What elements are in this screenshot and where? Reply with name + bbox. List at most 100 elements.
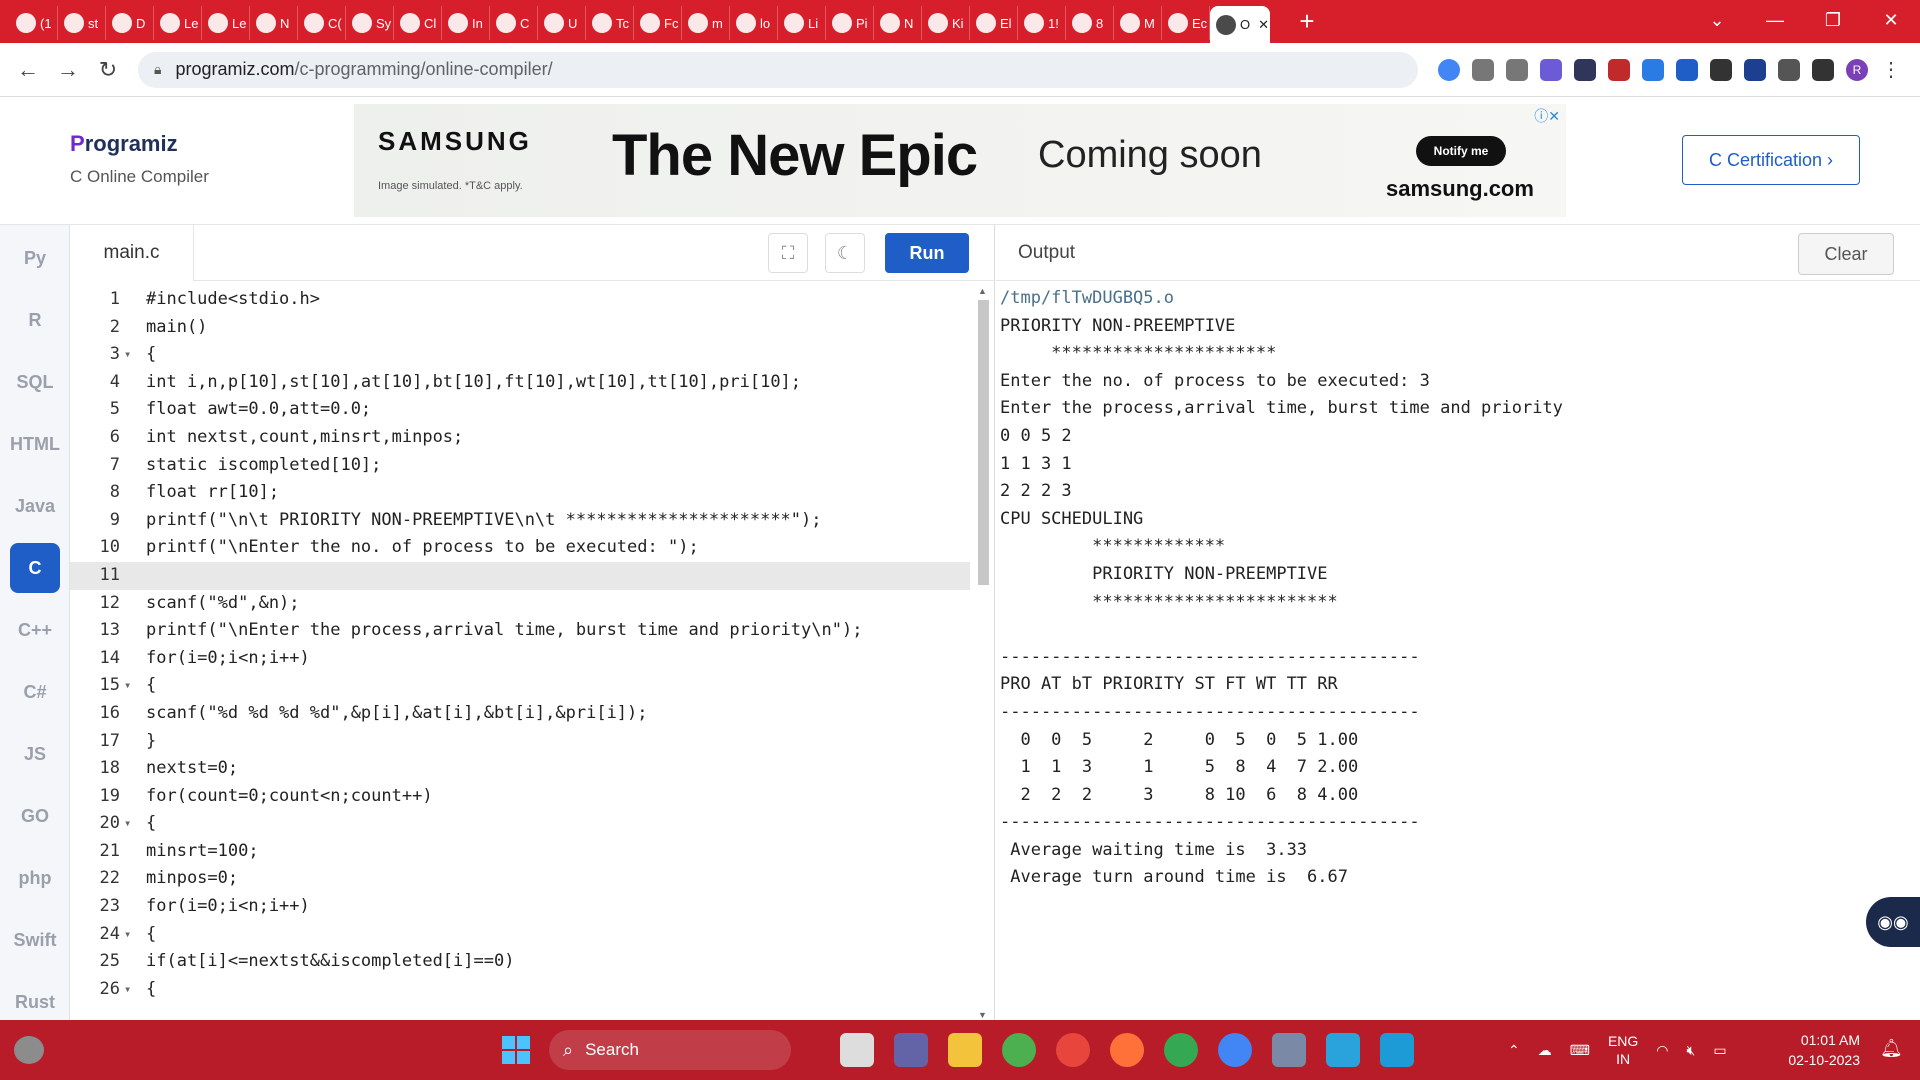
google-icon[interactable] (1438, 58, 1460, 81)
browser-tab[interactable]: C( (298, 6, 346, 40)
browser-tab[interactable]: Cl (394, 6, 442, 40)
code-line[interactable]: 14 for(i=0;i<n;i++) (70, 645, 970, 673)
scrollbar-thumb[interactable] (978, 300, 989, 585)
code-line[interactable]: 25 if(at[i]<=nextst&&iscompleted[i]==0) (70, 948, 970, 976)
code-line[interactable]: 20 ▾{ (70, 810, 970, 838)
code-line[interactable]: 19 for(count=0;count<n;count++) (70, 783, 970, 811)
speaker-muted-icon[interactable]: 🔇︎ (1687, 1042, 1696, 1059)
start-button[interactable] (502, 1036, 530, 1064)
back-button[interactable]: ← (8, 57, 48, 83)
browser-tab[interactable]: M (1114, 6, 1162, 40)
fold-chevron-icon[interactable] (124, 838, 146, 866)
chrome-icon[interactable] (1002, 1033, 1036, 1067)
chrome-canary-icon[interactable] (1056, 1033, 1090, 1067)
browser-tab[interactable]: Pi (826, 6, 874, 40)
side-panel-icon[interactable] (1812, 58, 1834, 81)
fold-chevron-icon[interactable] (124, 369, 146, 397)
profile-avatar[interactable]: R (1846, 58, 1868, 81)
code-line[interactable]: 10 printf("\nEnter the no. of process to … (70, 534, 970, 562)
fold-chevron-icon[interactable]: ▾ (124, 810, 146, 838)
fold-chevron-icon[interactable] (124, 865, 146, 893)
c-certification-button[interactable]: C Certification › (1682, 135, 1860, 185)
weather-widget-icon[interactable] (14, 1036, 44, 1064)
fold-chevron-icon[interactable] (124, 562, 146, 590)
browser-tab[interactable]: m (682, 6, 730, 40)
browser-tab[interactable]: Tc (586, 6, 634, 40)
fold-chevron-icon[interactable] (124, 479, 146, 507)
browser-tab[interactable]: D (106, 6, 154, 40)
adchoices-icon[interactable]: ⓘ✕ (1534, 106, 1560, 126)
code-line[interactable]: 13 printf("\nEnter the process,arrival ti… (70, 617, 970, 645)
chrome-profile-2-icon[interactable] (1218, 1033, 1252, 1067)
keyboard-icon[interactable]: ⌨ (1570, 1042, 1590, 1059)
code-line[interactable]: 9 printf("\n\t PRIORITY NON-PREEMPTIVE\n\… (70, 507, 970, 535)
fold-chevron-icon[interactable] (124, 948, 146, 976)
wifi-icon[interactable]: ◠ (1656, 1042, 1668, 1059)
extension-2-icon[interactable] (1574, 58, 1596, 81)
language-py-icon[interactable]: Py (10, 233, 60, 283)
browser-tab[interactable]: In (442, 6, 490, 40)
browser-tab[interactable]: Le (202, 6, 250, 40)
taskbar-search[interactable]: ⌕ Search (549, 1030, 791, 1070)
notepad-icon[interactable] (1326, 1033, 1360, 1067)
browser-tab[interactable]: Sy (346, 6, 394, 40)
language-js-icon[interactable]: JS (10, 729, 60, 779)
file-tab-main-c[interactable]: main.c (70, 225, 194, 281)
fold-chevron-icon[interactable] (124, 755, 146, 783)
programiz-logo[interactable]: Programiz C Online Compiler (70, 131, 209, 187)
fold-chevron-icon[interactable] (124, 700, 146, 728)
editor-scrollbar[interactable]: ▲ ▼ (975, 286, 991, 1020)
code-line[interactable]: 6 int nextst,count,minsrt,minpos; (70, 424, 970, 452)
code-line[interactable]: 12 scanf("%d",&n); (70, 590, 970, 618)
code-area[interactable]: 1 #include<stdio.h> 2 main() 3 ▾{4 int i,n,p[1… (70, 286, 970, 1020)
language-java-icon[interactable]: Java (10, 481, 60, 531)
code-line[interactable]: 2 main() (70, 314, 970, 342)
language-cpp-icon[interactable]: C++ (10, 605, 60, 655)
code-line[interactable]: 24 ▾{ (70, 921, 970, 949)
show-hidden-icons-chevron[interactable]: ⌃ (1508, 1042, 1520, 1059)
settings-gear-icon[interactable] (1272, 1033, 1306, 1067)
minimize-button[interactable]: — (1746, 0, 1804, 43)
browser-tab[interactable]: Ec (1162, 6, 1210, 40)
fold-chevron-icon[interactable]: ▾ (124, 341, 146, 369)
code-line[interactable]: 3 ▾{ (70, 341, 970, 369)
teams-icon[interactable] (894, 1033, 928, 1067)
firefox-icon[interactable] (1110, 1033, 1144, 1067)
close-tab-icon[interactable]: ✕ (1258, 17, 1269, 33)
code-line[interactable]: 23 for(i=0;i<n;i++) (70, 893, 970, 921)
fold-chevron-icon[interactable] (124, 396, 146, 424)
language-r-icon[interactable]: R (10, 295, 60, 345)
language-c-icon[interactable]: C (10, 543, 60, 593)
fold-chevron-icon[interactable] (124, 452, 146, 480)
address-bar[interactable]: 🔒︎ programiz.com/c-programming/online-co… (138, 51, 1418, 88)
samsung-ad-banner[interactable]: SAMSUNG Image simulated. *T&C apply. The… (354, 104, 1566, 217)
app-icon[interactable] (1380, 1033, 1414, 1067)
fold-chevron-icon[interactable] (124, 617, 146, 645)
code-line[interactable]: 7 static iscompleted[10]; (70, 452, 970, 480)
language-swift-icon[interactable]: Swift (10, 915, 60, 965)
close-window-button[interactable]: ✕ (1862, 0, 1920, 43)
code-line[interactable]: 15 ▾{ (70, 672, 970, 700)
fold-chevron-icon[interactable] (124, 645, 146, 673)
fold-chevron-icon[interactable]: ▾ (124, 672, 146, 700)
input-language[interactable]: ENG IN (1608, 1032, 1638, 1068)
browser-tab[interactable]: N (874, 6, 922, 40)
clear-button[interactable]: Clear (1798, 233, 1894, 275)
notification-bell-icon[interactable]: 🔔︎ (1880, 1038, 1903, 1059)
code-line[interactable]: 1 #include<stdio.h> (70, 286, 970, 314)
extension-1-icon[interactable] (1540, 58, 1562, 81)
extensions-puzzle-icon[interactable] (1778, 58, 1800, 81)
task-view-icon[interactable] (840, 1033, 874, 1067)
share-icon[interactable] (1472, 58, 1494, 81)
language-go-icon[interactable]: GO (10, 791, 60, 841)
language-html-icon[interactable]: HTML (10, 419, 60, 469)
fold-chevron-icon[interactable] (124, 534, 146, 562)
system-clock[interactable]: 01:01 AM 02-10-2023 (1778, 1030, 1860, 1070)
code-line[interactable]: 21 minsrt=100; (70, 838, 970, 866)
browser-tab[interactable]: 1! (1018, 6, 1066, 40)
extension-3-icon[interactable] (1608, 58, 1630, 81)
language-php-icon[interactable]: php (10, 853, 60, 903)
scroll-down-icon[interactable]: ▼ (978, 1010, 987, 1020)
code-line[interactable]: 4 int i,n,p[10],st[10],at[10],bt[10],ft[1… (70, 369, 970, 397)
fold-chevron-icon[interactable] (124, 314, 146, 342)
